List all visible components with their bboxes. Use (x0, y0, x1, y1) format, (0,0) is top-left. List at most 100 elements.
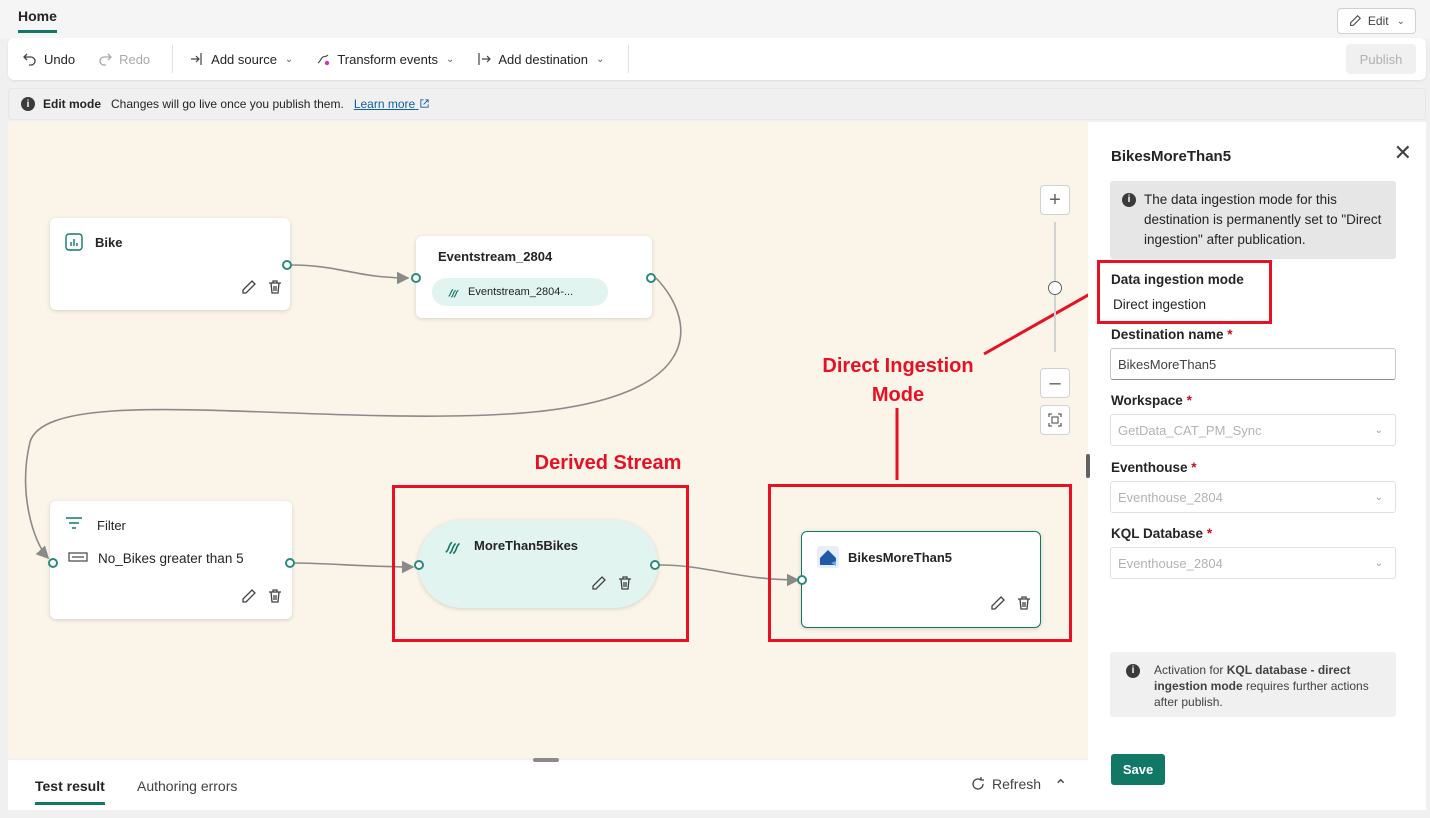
chart-icon (65, 233, 83, 251)
kql-database-label: KQL Database * (1111, 526, 1213, 541)
eventhouse-label: Eventhouse * (1111, 460, 1197, 475)
chevron-up-icon[interactable]: ⌃ (1054, 776, 1067, 796)
input-port[interactable] (48, 558, 58, 568)
learn-more-link[interactable]: Learn more (354, 97, 430, 111)
chevron-down-icon: ⌄ (596, 53, 605, 65)
zoom-slider-thumb[interactable] (1048, 281, 1062, 295)
undo-icon (23, 53, 36, 66)
stream-icon (448, 288, 459, 298)
fit-screen-icon (1048, 413, 1062, 427)
tab-test-result[interactable]: Test result (35, 778, 105, 805)
ingestion-notice: i The data ingestion mode for this desti… (1110, 181, 1396, 259)
add-destination-label: Add destination (498, 51, 588, 67)
transform-icon (317, 54, 330, 66)
add-destination-button[interactable]: Add destination ⌄ (476, 51, 604, 67)
info-icon: i (21, 97, 35, 111)
annotation-box-derived-stream (392, 485, 689, 642)
annotation-box-destination (768, 484, 1072, 642)
trash-icon[interactable] (266, 587, 284, 605)
undo-button[interactable]: Undo (22, 51, 75, 67)
toolbar-divider (628, 45, 630, 73)
workspace-select[interactable]: GetData_CAT_PM_Sync ⌄ (1110, 414, 1396, 446)
filter-icon (66, 517, 82, 529)
chevron-down-icon: ⌄ (1374, 424, 1383, 436)
chevron-down-icon: ⌄ (1396, 15, 1405, 27)
sign-out-icon (478, 53, 492, 65)
close-icon[interactable]: ✕ (1394, 140, 1412, 166)
annotation-direct-ingestion-line1: Direct Ingestion (822, 355, 974, 377)
eventhouse-select[interactable]: Eventhouse_2804 ⌄ (1110, 481, 1396, 513)
tab-authoring-errors[interactable]: Authoring errors (137, 778, 237, 794)
annotation-box-ingestion-mode (1097, 260, 1272, 324)
plus-icon: + (1049, 188, 1061, 211)
output-port[interactable] (282, 260, 292, 270)
annotation-derived-stream: Derived Stream (534, 452, 682, 474)
kql-database-select[interactable]: Eventhouse_2804 ⌄ (1110, 547, 1396, 579)
range-icon (68, 552, 88, 562)
external-link-icon (419, 99, 429, 108)
zoom-out-button[interactable]: – (1040, 368, 1070, 398)
stream-pill-label: Eventstream_2804-... (468, 286, 574, 298)
sign-in-icon (191, 53, 202, 65)
resize-handle[interactable] (533, 758, 559, 762)
filter-condition: No_Bikes greater than 5 (98, 551, 244, 566)
chevron-down-icon: ⌄ (1374, 491, 1383, 503)
toolbar: Undo Redo Add source ⌄ Transform events … (8, 38, 1426, 80)
annotation-pointer-line (983, 293, 1088, 356)
publish-button[interactable]: Publish (1346, 44, 1416, 74)
info-icon: i (1126, 664, 1140, 678)
chevron-down-icon: ⌄ (445, 53, 455, 65)
node-title: Filter (97, 518, 126, 533)
zoom-in-button[interactable]: + (1040, 185, 1070, 215)
top-bar: Home Edit ⌄ (0, 0, 1430, 38)
eventstream-canvas[interactable]: Bike Eventstream_2804 Eventstream_2804-.… (8, 122, 1088, 758)
output-port[interactable] (646, 273, 656, 283)
activation-notice: i Activation for KQL database - direct i… (1110, 652, 1396, 717)
redo-icon (99, 53, 112, 66)
refresh-button[interactable]: Refresh (970, 776, 1041, 792)
edit-mode-banner: i Edit mode Changes will go live once yo… (8, 88, 1426, 120)
node-bike-source[interactable]: Bike (50, 218, 290, 310)
node-eventstream[interactable]: Eventstream_2804 Eventstream_2804-... (416, 236, 652, 318)
refresh-icon (972, 777, 984, 790)
transform-events-label: Transform events (337, 51, 438, 67)
redo-label: Redo (119, 51, 151, 67)
notice-text: The data ingestion mode for this destina… (1144, 192, 1382, 247)
transform-events-button[interactable]: Transform events ⌄ (315, 51, 454, 67)
undo-label: Undo (44, 51, 76, 67)
destination-name-input[interactable]: BikesMoreThan5 (1110, 348, 1396, 380)
chevron-down-icon: ⌄ (284, 53, 294, 65)
edit-icon[interactable] (240, 278, 258, 296)
workspace-label: Workspace * (1111, 393, 1192, 408)
edit-icon[interactable] (240, 587, 258, 605)
fit-view-button[interactable] (1040, 405, 1070, 435)
info-icon: i (1122, 193, 1136, 207)
trash-icon[interactable] (266, 278, 284, 296)
minus-icon: – (1049, 371, 1061, 394)
chevron-down-icon: ⌄ (1374, 557, 1383, 569)
node-filter[interactable]: Filter No_Bikes greater than 5 (50, 501, 292, 619)
edit-button[interactable]: Edit ⌄ (1336, 8, 1416, 34)
save-button[interactable]: Save (1111, 754, 1165, 785)
refresh-label: Refresh (992, 776, 1042, 792)
toolbar-divider (172, 45, 174, 73)
input-port[interactable] (411, 273, 421, 283)
destination-settings-panel: BikesMoreThan5 ✕ i The data ingestion mo… (1086, 122, 1426, 810)
pencil-icon (1350, 15, 1361, 26)
panel-resize-handle[interactable] (1086, 454, 1090, 478)
redo-button[interactable]: Redo (97, 51, 150, 67)
banner-title: Edit mode (43, 97, 102, 111)
annotation-direct-ingestion-line2: Mode (871, 384, 925, 406)
node-title: Bike (95, 235, 123, 250)
results-panel: Test result Authoring errors Refresh ⌃ (8, 758, 1088, 810)
output-port[interactable] (285, 558, 295, 568)
add-source-label: Add source (211, 51, 277, 67)
panel-title: BikesMoreThan5 (1111, 148, 1232, 165)
banner-message: Changes will go live once you publish th… (111, 97, 344, 111)
connector-bike-eventstream (291, 264, 410, 285)
node-title: Eventstream_2804 (438, 249, 553, 264)
add-source-button[interactable]: Add source ⌄ (189, 51, 293, 67)
edit-label: Edit (1367, 14, 1389, 28)
stream-pill[interactable]: Eventstream_2804-... (432, 278, 608, 306)
tab-home[interactable]: Home (18, 8, 57, 33)
